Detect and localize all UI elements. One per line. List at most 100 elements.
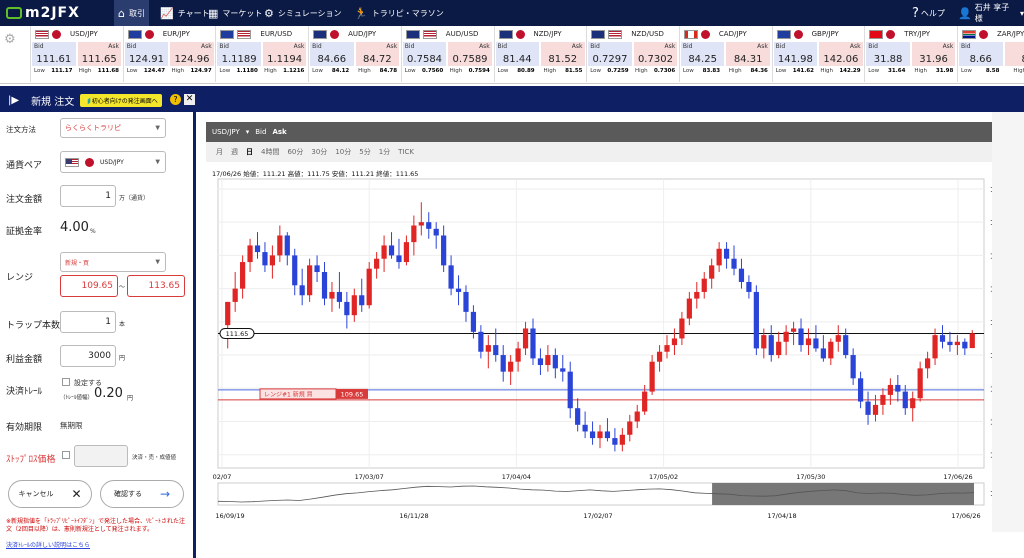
help-icon[interactable]: ? xyxy=(170,94,181,105)
nav-simulation[interactable]: ⚙ シミュレーション xyxy=(260,0,346,26)
current-price-tag: 111.65 xyxy=(219,327,255,339)
trail-checkbox[interactable] xyxy=(62,378,70,386)
trail-help-link[interactable]: 決済ﾄﾚｰﾙの詳しい説明はこちら xyxy=(6,542,191,550)
low-value: 8.58 xyxy=(985,68,1000,74)
ask-button[interactable]: Ask 0.7589 xyxy=(448,42,492,66)
bid-button[interactable]: Bid 124.91 xyxy=(124,42,169,66)
pair-select[interactable]: USD/JPY ▼ xyxy=(60,151,166,173)
rate-tile-eur-usd[interactable]: EUR/USD Bid 1.1189 Ask 1.1194 Low 1.1180 High 1.… xyxy=(215,26,307,82)
trap-input[interactable]: 1 xyxy=(60,311,116,333)
user-menu[interactable]: 👤 石井 享子 様 ▾ xyxy=(958,0,1024,26)
au-flag-icon xyxy=(313,29,328,39)
bid-label: Bid xyxy=(126,43,137,50)
bid-button[interactable]: Bid 141.98 xyxy=(773,42,818,66)
candle-body xyxy=(731,258,737,269)
help-link[interactable]: ? ヘルプ xyxy=(912,0,945,26)
bid-button[interactable]: Bid 111.61 xyxy=(32,42,76,66)
bid-button[interactable]: Bid 81.44 xyxy=(495,42,539,66)
rate-tile-zar-jpy[interactable]: ZAR/JPY Bid 8.66 Ask8. Low 8.58 High 8. xyxy=(957,26,1024,82)
rate-tile-nzd-jpy[interactable]: NZD/JPY Bid 81.44 Ask 81.52 Low 80.89 High 81.55 xyxy=(493,26,586,82)
range-high-value: 113.65 xyxy=(148,281,181,291)
bid-label: Bid xyxy=(219,43,229,50)
method-select[interactable]: らくらくトラリピ ▼ xyxy=(60,118,166,138)
ask-button[interactable]: Ask 84.31 xyxy=(726,42,770,66)
collapse-icon[interactable]: |▶ xyxy=(8,95,19,106)
nav-marathon[interactable]: 🏃 トラリピ・マラソン xyxy=(350,0,448,26)
rate-tile-try-jpy[interactable]: TRY/JPY Bid 31.88 Ask 31.96 Low 31.64 High 31.98 xyxy=(864,26,956,82)
low-high-row: Low 0.7560 High 0.7594 xyxy=(402,66,493,76)
home-icon: ⌂ xyxy=(118,6,125,20)
bid-button[interactable]: Bid 84.66 xyxy=(310,42,354,66)
bid-button[interactable]: Bid 0.7584 xyxy=(402,42,447,66)
app-logo[interactable]: m2JFX xyxy=(6,5,80,21)
ask-button[interactable]: Ask 84.72 xyxy=(355,42,400,66)
ask-label: Ask xyxy=(108,43,119,50)
jp-flag-icon xyxy=(700,29,710,39)
range-low-input[interactable]: 109.65 xyxy=(60,275,118,297)
order-title-area: |▶ 新規 注文 🔰初心者向けの発注画面へ xyxy=(8,93,162,108)
cancel-button[interactable]: キャンセル ✕ xyxy=(8,480,92,508)
amount-input[interactable]: 1 xyxy=(60,185,116,207)
profit-input[interactable]: 3000 xyxy=(60,345,116,367)
ask-button[interactable]: Ask 81.52 xyxy=(541,42,585,66)
candle-body xyxy=(723,248,730,259)
bid-ask-row: Bid 124.91 Ask 124.96 xyxy=(124,42,215,66)
candle-body xyxy=(515,348,521,362)
nz-flag-icon xyxy=(498,29,513,39)
rate-tile-aud-jpy[interactable]: AUD/JPY Bid 84.66 Ask 84.72 Low 84.12 High 84.78 xyxy=(308,26,400,82)
rate-tile-header: NZD/USD xyxy=(587,26,678,42)
rate-tile-cad-jpy[interactable]: CAD/JPY Bid 84.25 Ask 84.31 Low 83.83 High 84.36 xyxy=(678,26,771,82)
low-high-row: Low 0.7259 High 0.7306 xyxy=(587,66,678,76)
au-flag-icon xyxy=(405,29,420,39)
logo-text: m2JFX xyxy=(25,5,80,21)
pair-name: NZD/JPY xyxy=(533,30,562,38)
beginner-screen-button[interactable]: 🔰初心者向けの発注画面へ xyxy=(80,94,162,107)
candle-body xyxy=(433,228,439,236)
candle-body xyxy=(485,345,491,352)
ask-button[interactable]: Ask 124.96 xyxy=(170,42,214,66)
stoploss-checkbox[interactable] xyxy=(62,451,70,459)
range-type-select[interactable]: 新規・買 ▼ xyxy=(60,252,166,272)
bid-button[interactable]: Bid 0.7297 xyxy=(588,42,632,66)
ask-button[interactable]: Ask 111.65 xyxy=(77,42,121,66)
high-label: High xyxy=(728,68,742,74)
pair-name: USD/JPY xyxy=(70,30,98,38)
nav-market[interactable]: ▦ マーケット xyxy=(204,0,266,26)
nav-trade[interactable]: ⌂ 取引 xyxy=(114,0,149,26)
pair-name: EUR/USD xyxy=(260,30,293,38)
close-icon[interactable]: ✕ xyxy=(184,94,195,105)
bid-button[interactable]: Bid 84.25 xyxy=(680,42,725,66)
ask-button[interactable]: Ask8. xyxy=(1004,42,1024,66)
bid-button[interactable]: Bid 31.88 xyxy=(866,42,910,66)
bid-button[interactable]: Bid 8.66 xyxy=(959,42,1003,66)
ask-button[interactable]: Ask 0.7302 xyxy=(633,42,678,66)
rate-strip: ⚙ USD/JPY Bid 111.61 Ask 111.65 Low 111.17 High… xyxy=(0,26,1024,84)
ask-button[interactable]: Ask 31.96 xyxy=(911,42,956,66)
candle-body xyxy=(932,335,938,359)
high-label: High xyxy=(543,68,557,74)
stoploss-input[interactable] xyxy=(74,445,128,467)
navigator-x-tick-label: 16/09/19 xyxy=(215,512,244,520)
candle-body xyxy=(314,265,320,273)
rate-tile-aud-usd[interactable]: AUD/USD Bid 0.7584 Ask 0.7589 Low 0.7560 High 0.… xyxy=(400,26,493,82)
rate-tile-eur-jpy[interactable]: EUR/JPY Bid 124.91 Ask 124.96 Low 124.47 High 12… xyxy=(122,26,215,82)
order-panel: 注文方法 らくらくトラリピ ▼ 通貨ペア USD/JPY ▼ 注文金額 1 万（通貨… xyxy=(0,112,196,558)
jp-flag-icon xyxy=(886,29,896,39)
confirm-button[interactable]: 確認する → xyxy=(100,480,184,508)
bid-button[interactable]: Bid 1.1189 xyxy=(217,42,261,66)
rate-tile-gbp-jpy[interactable]: GBP/JPY Bid 141.98 Ask 142.06 Low 141.62 High 14… xyxy=(771,26,864,82)
chevron-down-icon: ▼ xyxy=(155,258,160,266)
gear-icon[interactable]: ⚙ xyxy=(4,32,16,47)
candle-body xyxy=(619,434,625,445)
bid-ask-row: Bid 111.61 Ask 111.65 xyxy=(31,42,122,66)
ask-button[interactable]: Ask 142.06 xyxy=(819,42,863,66)
range-high-input[interactable]: 113.65 xyxy=(127,275,185,297)
pair-name: GBP/JPY xyxy=(811,30,839,38)
chart-area: USD/JPY ▾ Bid Ask 月週日 4時間 60分 30分 10分 5分 1分 TIC… xyxy=(206,122,992,527)
candle-body xyxy=(895,384,901,392)
ask-button[interactable]: Ask 1.1194 xyxy=(262,42,307,66)
candle-body xyxy=(686,298,692,319)
candlestick-chart[interactable]: 10810911011111211311411511602/0717/03/07… xyxy=(206,122,992,527)
rate-tile-usd-jpy[interactable]: USD/JPY Bid 111.61 Ask 111.65 Low 111.17 High 11… xyxy=(30,26,122,82)
rate-tile-nzd-usd[interactable]: NZD/USD Bid 0.7297 Ask 0.7302 Low 0.7259 High 0.… xyxy=(586,26,678,82)
